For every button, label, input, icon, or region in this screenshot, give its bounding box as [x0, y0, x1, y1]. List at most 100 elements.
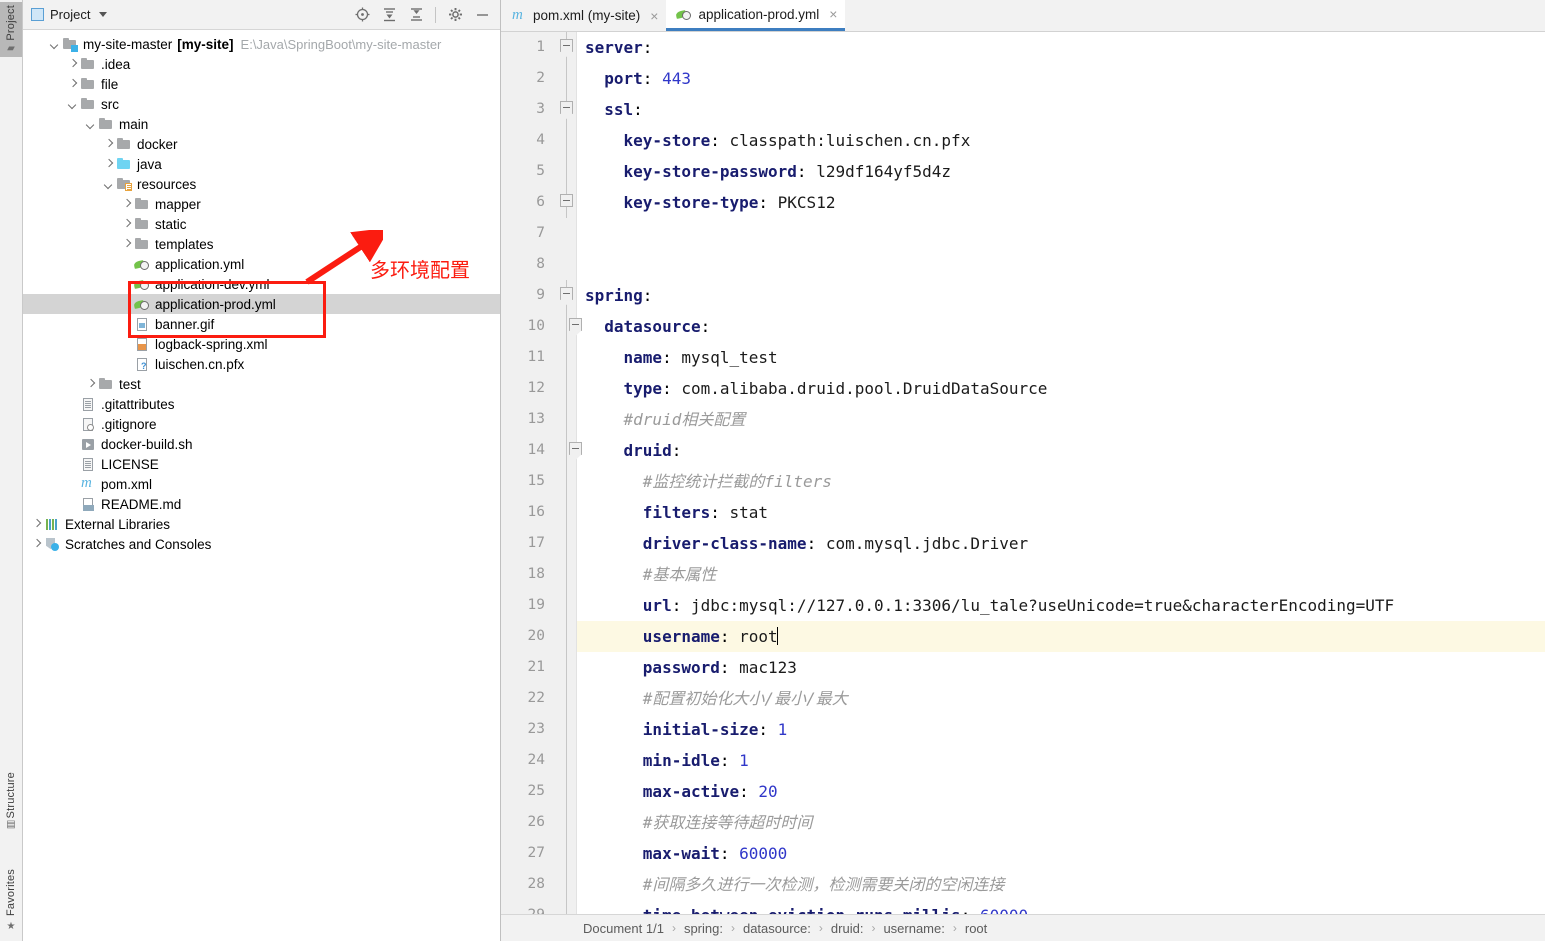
tree-row-application-yml[interactable]: application.yml	[23, 254, 500, 274]
chevron-right-icon[interactable]	[103, 159, 114, 170]
tree-row-luischen-cn-pfx[interactable]: luischen.cn.pfx	[23, 354, 500, 374]
tree-row-resources[interactable]: resources	[23, 174, 500, 194]
code-line[interactable]: key-store-password: l29df164yf5d4z	[577, 156, 1545, 187]
chevron-down-icon[interactable]	[85, 119, 96, 130]
tree-row-my-site-master[interactable]: my-site-master [my-site] E:\Java\SpringB…	[23, 34, 500, 54]
tree-row-idea[interactable]: .idea	[23, 54, 500, 74]
settings-gear-icon[interactable]	[447, 7, 463, 23]
code-line[interactable]: name: mysql_test	[577, 342, 1545, 373]
tab-application-prod-yml[interactable]: application-prod.yml ×	[666, 0, 846, 31]
chevron-down-icon[interactable]	[99, 12, 108, 17]
breadcrumb-root-value[interactable]: root	[965, 921, 987, 936]
tree-row-logback-spring-xml[interactable]: logback-spring.xml	[23, 334, 500, 354]
tree-row-gitattributes[interactable]: .gitattributes	[23, 394, 500, 414]
fold-marker-end[interactable]	[560, 194, 573, 207]
chevron-right-icon[interactable]	[67, 79, 78, 90]
tree-row-license[interactable]: LICENSE	[23, 454, 500, 474]
tree-row-application-prod-yml[interactable]: application-prod.yml	[23, 294, 500, 314]
code-line-current[interactable]: username: root	[577, 621, 1545, 652]
code-line[interactable]: password: mac123	[577, 652, 1545, 683]
code-line[interactable]: port: 443	[577, 63, 1545, 94]
tree-row-main[interactable]: main	[23, 114, 500, 134]
tree-row-docker[interactable]: docker	[23, 134, 500, 154]
tab-close-icon[interactable]: ×	[650, 9, 658, 23]
chevron-right-icon[interactable]	[121, 219, 132, 230]
code-line-comment[interactable]: #获取连接等待超时时间	[577, 807, 1545, 838]
code-line[interactable]: min-idle: 1	[577, 745, 1545, 776]
code-line-comment[interactable]: #druid相关配置	[577, 404, 1545, 435]
code-line-comment[interactable]: #间隔多久进行一次检测，检测需要关闭的空闲连接	[577, 869, 1545, 900]
tree-row-banner-gif[interactable]: banner.gif	[23, 314, 500, 334]
chevron-down-icon[interactable]	[67, 99, 78, 110]
tree-row-external-libraries[interactable]: External Libraries	[23, 514, 500, 534]
expand-all-icon[interactable]	[381, 7, 397, 23]
code-line[interactable]: type: com.alibaba.druid.pool.DruidDataSo…	[577, 373, 1545, 404]
editor-gutter[interactable]: 1 2 3 4 5 6 7 8 9 10 11 12 13 14 15 16 1	[501, 32, 582, 914]
fold-marker-collapse[interactable]	[560, 287, 573, 300]
sidebar-tab-project[interactable]: Project ▰	[0, 2, 22, 57]
chevron-down-icon[interactable]	[103, 179, 114, 190]
sidebar-tab-favorites[interactable]: Favorites	[0, 866, 22, 919]
tree-row-gitignore[interactable]: .gitignore	[23, 414, 500, 434]
code-line[interactable]: driver-class-name: com.mysql.jdbc.Driver	[577, 528, 1545, 559]
chevron-right-icon[interactable]	[85, 379, 96, 390]
hide-panel-icon[interactable]	[474, 7, 490, 23]
code-line[interactable]: filters: stat	[577, 497, 1545, 528]
chevron-right-icon[interactable]	[103, 139, 114, 150]
tree-row-readme-md[interactable]: README.md	[23, 494, 500, 514]
code-line[interactable]: time-between-eviction-runs-millis: 60000	[577, 900, 1545, 914]
tree-row-static[interactable]: static	[23, 214, 500, 234]
code-line-empty[interactable]	[577, 249, 1545, 280]
code-line-comment[interactable]: #监控统计拦截的filters	[577, 466, 1545, 497]
breadcrumb-username[interactable]: username:	[883, 921, 944, 936]
code-line[interactable]: key-store-type: PKCS12	[577, 187, 1545, 218]
code-line[interactable]: key-store: classpath:luischen.cn.pfx	[577, 125, 1545, 156]
breadcrumb-spring[interactable]: spring:	[684, 921, 723, 936]
tree-row-scratches-and-consoles[interactable]: Scratches and Consoles	[23, 534, 500, 554]
tab-close-icon[interactable]: ×	[829, 7, 837, 21]
chevron-right-icon[interactable]	[31, 539, 42, 550]
code-line[interactable]: max-wait: 60000	[577, 838, 1545, 869]
yaml-value: com.mysql.jdbc.Driver	[825, 534, 1029, 553]
code-line[interactable]: server:	[577, 32, 1545, 63]
tree-row-file[interactable]: file	[23, 74, 500, 94]
code-line-comment[interactable]: #基本属性	[577, 559, 1545, 590]
tab-pom-xml[interactable]: pom.xml (my-site) ×	[501, 0, 667, 31]
chevron-right-icon[interactable]	[121, 199, 132, 210]
code-line[interactable]: druid:	[577, 435, 1545, 466]
locate-icon[interactable]	[354, 7, 370, 23]
code-content[interactable]: server: port: 443 ssl: key-store: classp…	[577, 32, 1545, 914]
code-line-empty[interactable]	[577, 218, 1545, 249]
tree-row-mapper[interactable]: mapper	[23, 194, 500, 214]
code-folding-column[interactable]	[559, 32, 582, 914]
chevron-right-icon[interactable]	[67, 59, 78, 70]
project-tree[interactable]: my-site-master [my-site] E:\Java\SpringB…	[23, 30, 500, 941]
tree-row-label: main	[119, 116, 149, 132]
breadcrumb-datasource[interactable]: datasource:	[743, 921, 811, 936]
project-panel-title-group[interactable]: Project	[31, 7, 108, 22]
chevron-down-icon[interactable]	[49, 39, 60, 50]
tree-row-src[interactable]: src	[23, 94, 500, 114]
code-line[interactable]: initial-size: 1	[577, 714, 1545, 745]
breadcrumb-druid[interactable]: druid:	[831, 921, 864, 936]
fold-marker-collapse[interactable]	[560, 39, 573, 52]
code-line-comment[interactable]: #配置初始化大小/最小/最大	[577, 683, 1545, 714]
sidebar-tab-structure[interactable]: Structure	[0, 769, 22, 821]
editor-body[interactable]: 1 2 3 4 5 6 7 8 9 10 11 12 13 14 15 16 1	[501, 32, 1545, 914]
tree-row-pom-xml[interactable]: pom.xml	[23, 474, 500, 494]
chevron-right-icon[interactable]	[121, 239, 132, 250]
chevron-right-icon[interactable]	[31, 519, 42, 530]
code-line[interactable]: ssl:	[577, 94, 1545, 125]
status-document-indicator[interactable]: Document 1/1	[583, 921, 664, 936]
tree-row-application-dev-yml[interactable]: application-dev.yml	[23, 274, 500, 294]
fold-marker-collapse[interactable]	[560, 101, 573, 114]
code-line[interactable]: max-active: 20	[577, 776, 1545, 807]
tree-row-docker-build-sh[interactable]: docker-build.sh	[23, 434, 500, 454]
tree-row-java[interactable]: java	[23, 154, 500, 174]
code-line[interactable]: datasource:	[577, 311, 1545, 342]
code-line[interactable]: url: jdbc:mysql://127.0.0.1:3306/lu_tale…	[577, 590, 1545, 621]
tree-row-test[interactable]: test	[23, 374, 500, 394]
tree-row-templates[interactable]: templates	[23, 234, 500, 254]
code-line[interactable]: spring:	[577, 280, 1545, 311]
collapse-all-icon[interactable]	[408, 7, 424, 23]
